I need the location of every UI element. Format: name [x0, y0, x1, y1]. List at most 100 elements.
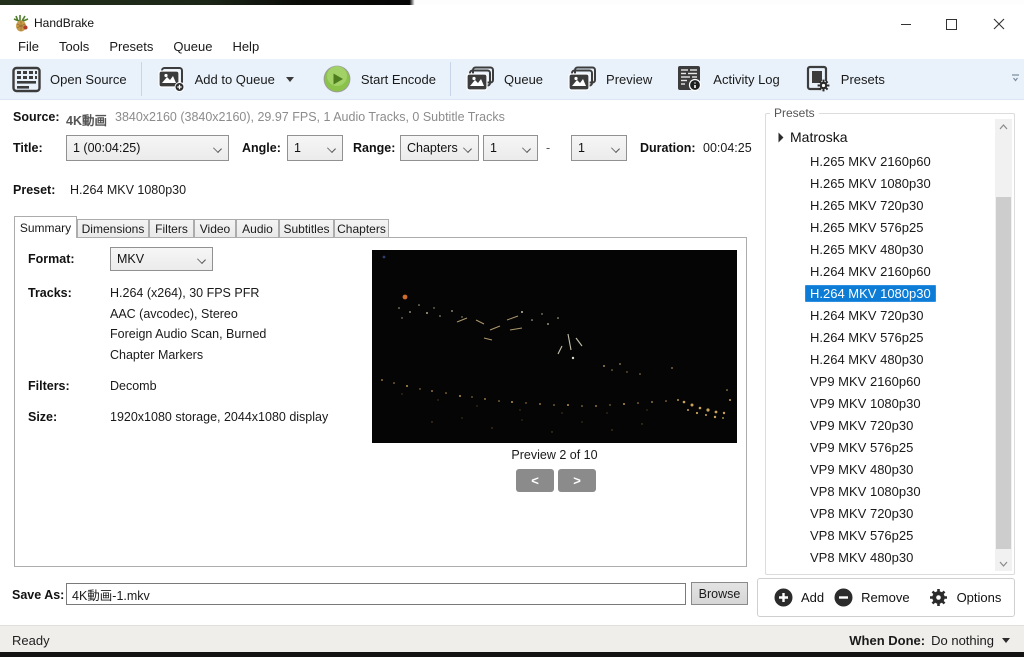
range-to-value: 1	[578, 141, 585, 155]
queue-button[interactable]: Queue	[453, 59, 555, 99]
save-as-input[interactable]: 4K動画-1.mkv	[66, 583, 686, 605]
menu-bar: File Tools Presets Queue Help	[0, 33, 1024, 59]
preset-item[interactable]: H.265 MKV 576p25	[765, 216, 993, 238]
remove-preset-button[interactable]: Remove	[834, 588, 910, 607]
preset-item[interactable]: VP9 MKV 2160p60	[765, 370, 993, 392]
menu-file[interactable]: File	[8, 35, 49, 58]
preset-item[interactable]: H.264 MKV 480p30	[765, 348, 993, 370]
preview-image	[372, 250, 737, 443]
tab-chapters[interactable]: Chapters	[334, 219, 389, 238]
source-name: 4K動画	[66, 114, 107, 128]
preset-item[interactable]: VP8 MKV 1080p30	[765, 480, 993, 502]
preset-item[interactable]: VP8 MKV 480p30	[765, 546, 993, 568]
tab-filters[interactable]: Filters	[149, 219, 194, 238]
format-select[interactable]: MKV	[110, 247, 213, 271]
tab-video[interactable]: Video	[194, 219, 236, 238]
chevron-down-icon	[198, 255, 206, 263]
add-preset-button[interactable]: Add	[774, 588, 824, 607]
open-source-button[interactable]: Open Source	[0, 59, 139, 99]
gear-icon	[928, 587, 949, 608]
tab-subtitles[interactable]: Subtitles	[279, 219, 334, 238]
preset-item[interactable]: VP9 MKV 576p25	[765, 436, 993, 458]
preview-label: Preview	[606, 71, 653, 87]
chevron-down-icon	[612, 144, 620, 152]
track-line: H.264 (x264), 30 FPS PFR	[110, 286, 260, 300]
preset-item[interactable]: H.265 MKV 720p30	[765, 194, 993, 216]
preview-button[interactable]: Preview	[555, 59, 664, 99]
preset-options-label: Options	[956, 590, 1002, 605]
menu-queue[interactable]: Queue	[163, 35, 222, 58]
main-toolbar: Open Source Add to Queue Start Encode Qu…	[0, 59, 1024, 100]
queue-label: Queue	[504, 71, 544, 87]
add-to-queue-icon	[156, 66, 186, 93]
tab-dimensions[interactable]: Dimensions	[77, 219, 149, 238]
duration-label: Duration:	[640, 141, 696, 155]
range-type-select[interactable]: Chapters	[400, 135, 479, 161]
tab-summary[interactable]: Summary	[14, 216, 77, 238]
presets-scrollbar[interactable]	[995, 119, 1012, 571]
presets-page-gear-icon	[804, 65, 832, 93]
preset-item[interactable]: VP8 MKV 720p30	[765, 502, 993, 524]
title-label: Title:	[13, 141, 43, 155]
preset-item[interactable]: VP9 MKV 1080p30	[765, 392, 993, 414]
scroll-down-icon[interactable]	[995, 556, 1012, 571]
size-label: Size:	[28, 410, 58, 424]
browse-button[interactable]: Browse	[691, 582, 748, 605]
bottom-edge-strip	[0, 652, 1024, 657]
preset-item[interactable]: VP8 MKV 576p25	[765, 524, 993, 546]
preset-item[interactable]: H.264 MKV 720p30	[765, 304, 993, 326]
minus-circle-icon	[834, 588, 853, 607]
preset-group-matroska[interactable]: Matroska	[765, 124, 993, 150]
preset-item[interactable]: H.265 MKV 1080p30	[765, 172, 993, 194]
preset-item-selected[interactable]: H.264 MKV 1080p30	[765, 282, 993, 304]
add-to-queue-button[interactable]: Add to Queue	[144, 59, 306, 99]
preset-item[interactable]: VP9 MKV 480p30	[765, 458, 993, 480]
tracks-label: Tracks:	[28, 286, 72, 300]
preview-prev-button[interactable]: <	[516, 469, 554, 492]
title-bar[interactable]: HandBrake	[0, 5, 1024, 33]
toolbar-overflow-icon[interactable]	[1011, 74, 1020, 84]
range-from-select[interactable]: 1	[483, 135, 538, 161]
angle-select[interactable]: 1	[287, 135, 343, 161]
plus-circle-icon	[774, 588, 793, 607]
preset-group-label: Matroska	[790, 129, 848, 145]
preset-item[interactable]: H.264 MKV 576p25	[765, 326, 993, 348]
format-label: Format:	[28, 252, 75, 266]
range-to-select[interactable]: 1	[571, 135, 627, 161]
toolbar-separator	[140, 62, 142, 96]
track-line: AAC (avcodec), Stereo	[110, 307, 238, 321]
preset-options-button[interactable]: Options	[928, 587, 1002, 608]
title-select-value: 1 (00:04:25)	[73, 141, 141, 155]
preset-value: H.264 MKV 1080p30	[70, 183, 187, 197]
menu-tools[interactable]: Tools	[49, 35, 99, 58]
toolbar-separator	[450, 62, 451, 96]
start-encode-button[interactable]: Start Encode	[306, 59, 448, 99]
scroll-up-icon[interactable]	[995, 119, 1012, 134]
handbrake-logo-icon	[12, 14, 30, 32]
preview-next-button[interactable]: >	[558, 469, 596, 492]
menu-help[interactable]: Help	[222, 35, 269, 58]
when-done-label: When Done:	[849, 633, 926, 648]
preset-item[interactable]: VP9 MKV 720p30	[765, 414, 993, 436]
remove-preset-label: Remove	[861, 590, 910, 605]
tree-expanded-triangle-icon[interactable]	[773, 132, 784, 142]
preset-item[interactable]: H.264 MKV 2160p60	[765, 260, 993, 282]
preset-label: Preset:	[13, 183, 56, 197]
start-encode-play-icon	[322, 64, 352, 94]
tab-audio[interactable]: Audio	[236, 219, 279, 238]
preset-item[interactable]: H.265 MKV 2160p60	[765, 150, 993, 172]
menu-presets[interactable]: Presets	[99, 35, 163, 58]
track-line: Foreign Audio Scan, Burned	[110, 327, 267, 341]
when-done-control[interactable]: When Done: Do nothing	[849, 633, 1010, 648]
presets-toolbar-button[interactable]: Presets	[792, 59, 897, 99]
preview-caption: Preview 2 of 10	[511, 448, 598, 462]
open-source-label: Open Source	[50, 71, 127, 87]
title-select[interactable]: 1 (00:04:25)	[66, 135, 229, 161]
activity-log-button[interactable]: Activity Log	[664, 59, 791, 99]
range-dash: -	[546, 141, 551, 155]
activity-log-label: Activity Log	[713, 71, 780, 87]
scrollbar-thumb[interactable]	[996, 197, 1011, 549]
add-to-queue-dropdown-caret-icon[interactable]	[285, 76, 294, 82]
preset-item[interactable]: H.265 MKV 480p30	[765, 238, 993, 260]
add-preset-label: Add	[801, 590, 825, 605]
